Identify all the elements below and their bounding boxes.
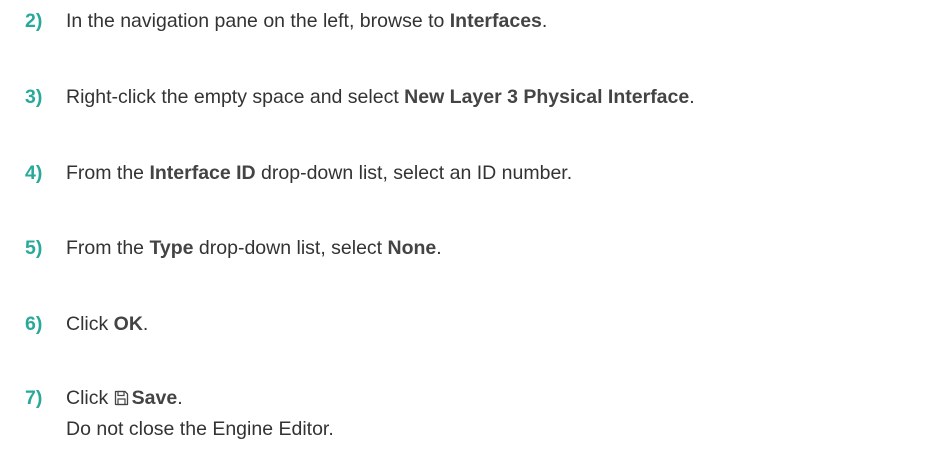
step-number: 2) (25, 10, 43, 32)
save-icon (114, 390, 128, 406)
step-7: 7) Click Save. Do not close the Engine E… (0, 383, 926, 447)
step-text: From the Interface ID drop-down list, se… (66, 158, 572, 188)
step-text-part: Right-click the empty space and select (66, 86, 405, 108)
ui-term-interface-id: Interface ID (149, 162, 256, 184)
step-text-part: . (142, 313, 149, 335)
step-text-part: drop-down list, select (193, 237, 388, 259)
step-text: Right-click the empty space and select N… (66, 82, 695, 112)
ui-term-save: Save (131, 387, 178, 409)
step-text-part: Click (66, 387, 114, 409)
step-text-part: drop-down list, select an ID number. (255, 162, 573, 184)
step-text-part: . (541, 10, 548, 32)
step-number: 5) (25, 237, 43, 259)
ui-term-new-layer3-interface: New Layer 3 Physical Interface (404, 86, 690, 108)
step-list: 2) In the navigation pane on the left, b… (0, 0, 926, 451)
step-number: 7) (25, 387, 43, 409)
ui-term-interfaces: Interfaces (449, 10, 542, 32)
step-number: 6) (25, 313, 43, 335)
ui-term-ok: OK (113, 313, 143, 335)
step-text-part: From the (66, 237, 150, 259)
step-text-part: In the navigation pane on the left, brow… (66, 10, 450, 32)
step-number: 4) (25, 162, 43, 184)
step-text-part: From the (66, 162, 150, 184)
step-text-part: . (177, 387, 183, 409)
step-text: From the Type drop-down list, select Non… (66, 233, 442, 263)
step-text-part: . (689, 86, 695, 108)
ui-term-type: Type (149, 237, 194, 259)
step-number: 3) (25, 86, 43, 108)
step-text: In the navigation pane on the left, brow… (66, 6, 547, 36)
step-note: Do not close the Engine Editor. (66, 418, 334, 440)
ui-term-none: None (387, 237, 437, 259)
step-text-part: Click (66, 313, 114, 335)
step-text: Click Save. (66, 383, 183, 413)
step-text-part: . (436, 237, 442, 259)
step-text: Click OK. (66, 309, 148, 339)
